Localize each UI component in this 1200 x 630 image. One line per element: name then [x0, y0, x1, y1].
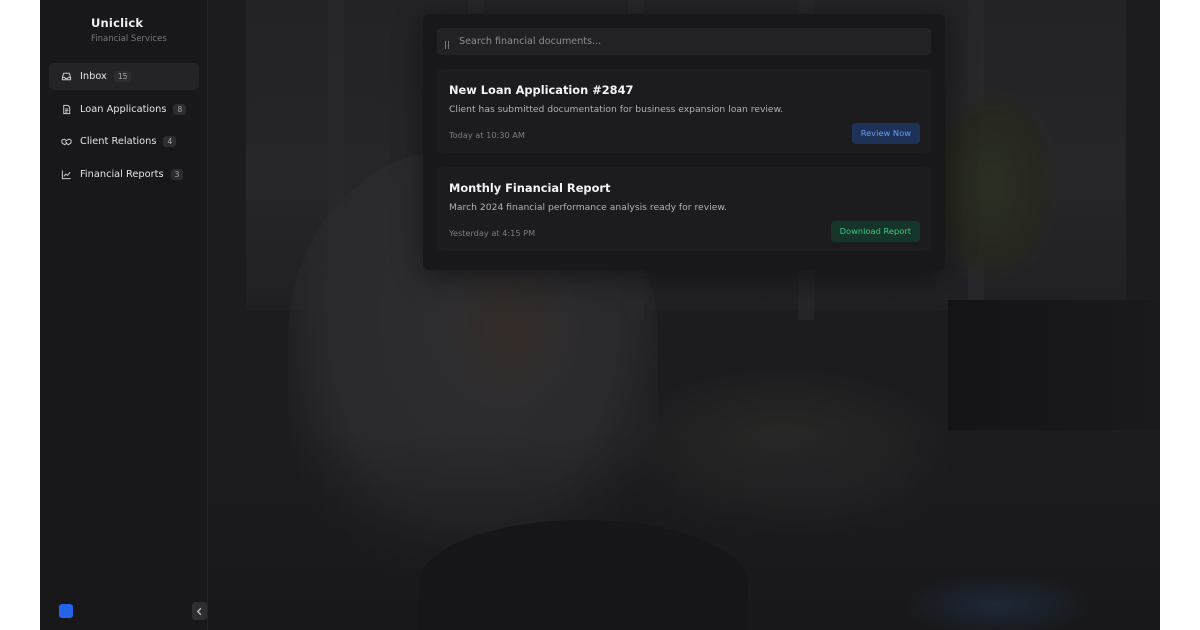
avatar[interactable]: [59, 604, 73, 618]
count-badge: 4: [163, 136, 177, 148]
sidebar-item-label: Financial Reports: [80, 169, 164, 181]
background-plant: [928, 90, 1058, 280]
notification-card[interactable]: New Loan Application #2847 Client has su…: [437, 69, 931, 153]
sidebar-item-label: Inbox: [80, 71, 107, 82]
count-badge: 3: [170, 169, 184, 181]
brand-name: Uniclick: [91, 16, 144, 30]
card-timestamp: Today at 10:30 AM: [449, 130, 525, 140]
sidebar: Uniclick Financial Services Inbox 15 Loa…: [40, 0, 208, 630]
sidebar-item-inbox[interactable]: Inbox 15: [49, 63, 199, 90]
count-badge: 8: [173, 103, 187, 115]
card-title: Monthly Financial Report: [449, 181, 611, 195]
document-icon: [60, 103, 72, 115]
notification-card[interactable]: Monthly Financial Report March 2024 fina…: [437, 167, 931, 251]
handshake-icon: [60, 136, 72, 148]
card-description: Client has submitted documentation for b…: [449, 104, 784, 115]
brand: Uniclick Financial Services: [91, 16, 167, 44]
sidebar-nav: Inbox 15 Loan Applications 8 Client Rela…: [49, 63, 199, 194]
sidebar-item-label: Client Relations: [80, 136, 157, 148]
chevron-left-icon: [196, 607, 202, 615]
sidebar-item-client-relations[interactable]: Client Relations 4: [49, 128, 199, 155]
count-badge: 15: [113, 71, 132, 82]
card-title: New Loan Application #2847: [449, 83, 634, 97]
search-icon: [444, 35, 454, 49]
collapse-sidebar-button[interactable]: [192, 602, 207, 620]
search-bar: [437, 28, 931, 55]
inbox-icon: [60, 71, 72, 83]
app-window: Uniclick Financial Services Inbox 15 Loa…: [40, 0, 1160, 630]
chart-line-icon: [60, 169, 72, 181]
sidebar-item-label: Loan Applications: [80, 103, 167, 115]
review-now-button[interactable]: Review Now: [851, 123, 920, 144]
download-report-button[interactable]: Download Report: [830, 221, 920, 242]
brand-subtitle: Financial Services: [91, 34, 167, 44]
search-input[interactable]: [459, 28, 919, 55]
background-shelf: [948, 300, 1160, 430]
sidebar-item-loan-applications[interactable]: Loan Applications 8: [49, 96, 199, 123]
card-description: March 2024 financial performance analysi…: [449, 202, 727, 213]
document-panel: New Loan Application #2847 Client has su…: [423, 14, 945, 270]
sidebar-item-financial-reports[interactable]: Financial Reports 3: [49, 161, 199, 188]
card-timestamp: Yesterday at 4:15 PM: [449, 228, 536, 238]
